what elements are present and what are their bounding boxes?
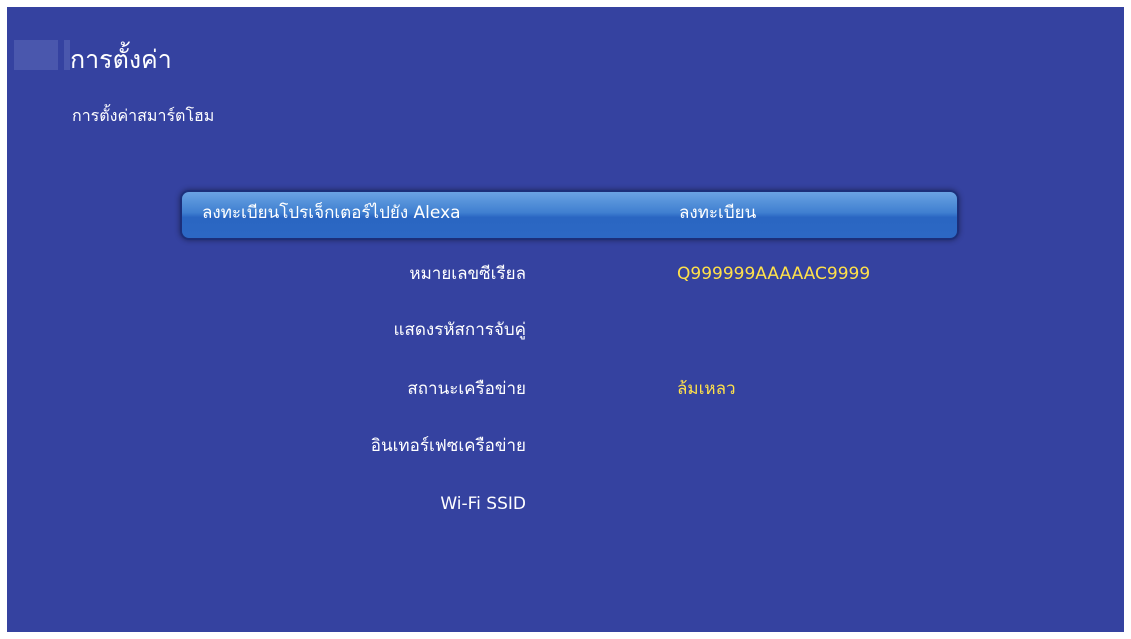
menu-item-label: แสดงรหัสการจับคู่ [393,320,526,340]
menu-item-value: Q999999AAAAAC9999 [677,264,871,284]
menu-item-show-pairing-code[interactable]: แสดงรหัสการจับคู่ [180,307,955,353]
menu-item-label: หมายเลขซีเรียล [409,264,526,284]
menu-item-label: อินเทอร์เฟซเครือข่าย [370,436,526,456]
menu-item-network-interface[interactable]: อินเทอร์เฟซเครือข่าย [180,423,955,469]
menu-item-network-status[interactable]: สถานะเครือข่าย ล้มเหลว [180,366,955,412]
menu-item-wifi-ssid[interactable]: Wi-Fi SSID [180,481,955,527]
menu-item-value: ลงทะเบียน [679,203,757,223]
menu-item-label: ลงทะเบียนโปรเจ็กเตอร์ไปยัง Alexa [202,203,461,223]
menu-item-register-alexa[interactable]: ลงทะเบียนโปรเจ็กเตอร์ไปยัง Alexa ลงทะเบี… [180,190,959,240]
page-subtitle: การตั้งค่าสมาร์ตโฮม [72,106,215,125]
title-accent-block [14,40,58,70]
menu-item-label: สถานะเครือข่าย [407,379,526,399]
menu-item-label: Wi-Fi SSID [440,494,526,514]
settings-screen: การตั้งค่า การตั้งค่าสมาร์ตโฮม ลงทะเบียน… [7,7,1124,632]
menu-item-serial-number[interactable]: หมายเลขซีเรียล Q999999AAAAAC9999 [180,251,955,297]
menu-item-value: ล้มเหลว [677,379,736,399]
page-title: การตั้งค่า [70,45,172,74]
